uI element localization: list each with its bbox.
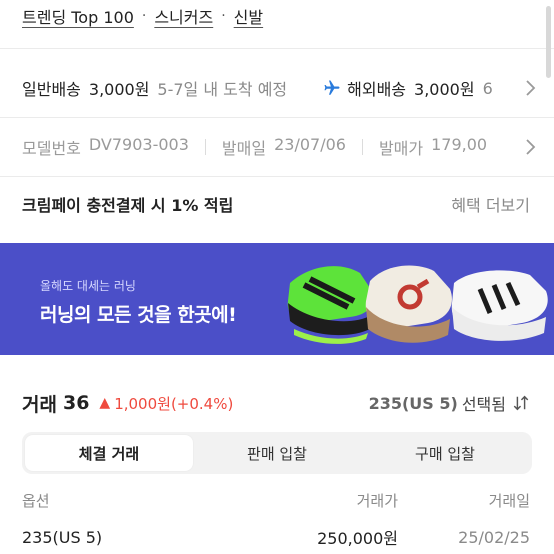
release-date: 발매일 23/07/06 bbox=[222, 135, 346, 159]
trade-summary-row: 거래 36 ▲ 1,000원(+0.4%) 235(US 5) 선택됨 bbox=[0, 385, 554, 421]
domestic-shipping-eta: 5-7일 내 도착 예정 bbox=[157, 80, 288, 99]
trade-label: 거래 bbox=[22, 393, 57, 416]
sort-arrows-icon[interactable] bbox=[512, 394, 530, 412]
selected-size: 235(US 5) bbox=[368, 393, 458, 413]
release-price-label: 발매가 bbox=[378, 139, 424, 158]
table-row: 235(US 5) 250,000원 25/02/25 bbox=[0, 524, 554, 550]
divider bbox=[0, 117, 554, 118]
overseas-shipping-price: 3,000원 bbox=[414, 80, 475, 99]
divider bbox=[0, 48, 554, 49]
row-price: 250,000원 bbox=[317, 529, 398, 548]
model-number-label: 모델번호 bbox=[22, 139, 81, 158]
banner-subtitle: 올해도 대세는 러닝 bbox=[40, 279, 136, 293]
airplane-icon bbox=[323, 79, 341, 97]
column-date: 거래일 bbox=[488, 491, 530, 510]
trade-tabs: 체결 거래 판매 입찰 구매 입찰 bbox=[22, 432, 532, 474]
price-up-icon: ▲ bbox=[99, 395, 111, 411]
running-shoes-image bbox=[287, 265, 548, 344]
shipping-row[interactable]: 일반배송 3,000원 5-7일 내 도착 예정 해외배송 3,000원 6 bbox=[0, 68, 554, 108]
banner-title: 러닝의 모든 것을 한곳에! bbox=[40, 304, 237, 326]
kream-pay-row: 크림페이 충전결제 시 1% 적립 혜택 더보기 bbox=[0, 184, 554, 224]
release-price-value: 179,00 bbox=[431, 135, 488, 154]
model-number-value: DV7903-003 bbox=[88, 135, 189, 154]
row-date: 25/02/25 bbox=[458, 527, 530, 547]
domestic-shipping-label: 일반배송 bbox=[22, 80, 81, 99]
size-selector[interactable]: 235(US 5) 선택됨 bbox=[369, 391, 530, 415]
breadcrumb: 트렌딩 Top 100 · 스니커즈 · 신발 bbox=[22, 4, 263, 28]
scrollbar[interactable] bbox=[546, 6, 551, 78]
release-price: 발매가 179,00 bbox=[379, 135, 487, 159]
breadcrumb-trending[interactable]: 트렌딩 Top 100 bbox=[22, 4, 134, 28]
row-option: 235(US 5) bbox=[22, 527, 103, 547]
domestic-shipping-price: 3,000원 bbox=[88, 80, 150, 99]
benefits-more-link[interactable]: 혜택 더보기 bbox=[451, 192, 530, 216]
vertical-divider bbox=[361, 139, 363, 155]
trade-count: 36 bbox=[62, 392, 90, 414]
tab-sell-bids[interactable]: 판매 입찰 bbox=[193, 435, 361, 471]
white-shoe bbox=[451, 270, 548, 341]
breadcrumb-separator: · bbox=[221, 8, 226, 24]
breadcrumb-separator: · bbox=[141, 8, 147, 24]
divider bbox=[0, 176, 554, 177]
tab-completed-trades[interactable]: 체결 거래 bbox=[25, 435, 193, 471]
product-info-row[interactable]: 모델번호 DV7903-003 발매일 23/07/06 발매가 179,00 bbox=[0, 127, 554, 167]
green-shoe bbox=[287, 266, 374, 344]
column-option: 옵션 bbox=[22, 491, 50, 510]
price-change: 1,000원(+0.4%) bbox=[114, 394, 234, 413]
release-date-label: 발매일 bbox=[221, 139, 267, 158]
kream-pay-text: 크림페이 충전결제 시 1% 적립 bbox=[22, 196, 234, 215]
model-number: 모델번호 DV7903-003 bbox=[22, 135, 189, 159]
breadcrumb-shoes[interactable]: 신발 bbox=[234, 4, 263, 28]
column-price: 거래가 bbox=[356, 491, 398, 510]
overseas-shipping-label: 해외배송 bbox=[347, 80, 407, 99]
overseas-shipping-eta: 6 bbox=[482, 78, 493, 98]
breadcrumb-sneakers[interactable]: 스니커즈 bbox=[154, 4, 213, 28]
chevron-right-icon[interactable] bbox=[508, 127, 554, 167]
beige-shoe bbox=[365, 265, 452, 343]
vertical-divider bbox=[204, 139, 206, 155]
release-date-value: 23/07/06 bbox=[274, 135, 346, 154]
promo-banner[interactable]: 올해도 대세는 러닝 러닝의 모든 것을 한곳에! bbox=[0, 243, 554, 355]
tab-buy-bids[interactable]: 구매 입찰 bbox=[361, 435, 529, 471]
table-header: 옵션 거래가 거래일 bbox=[0, 488, 554, 512]
selected-label: 선택됨 bbox=[461, 395, 506, 414]
